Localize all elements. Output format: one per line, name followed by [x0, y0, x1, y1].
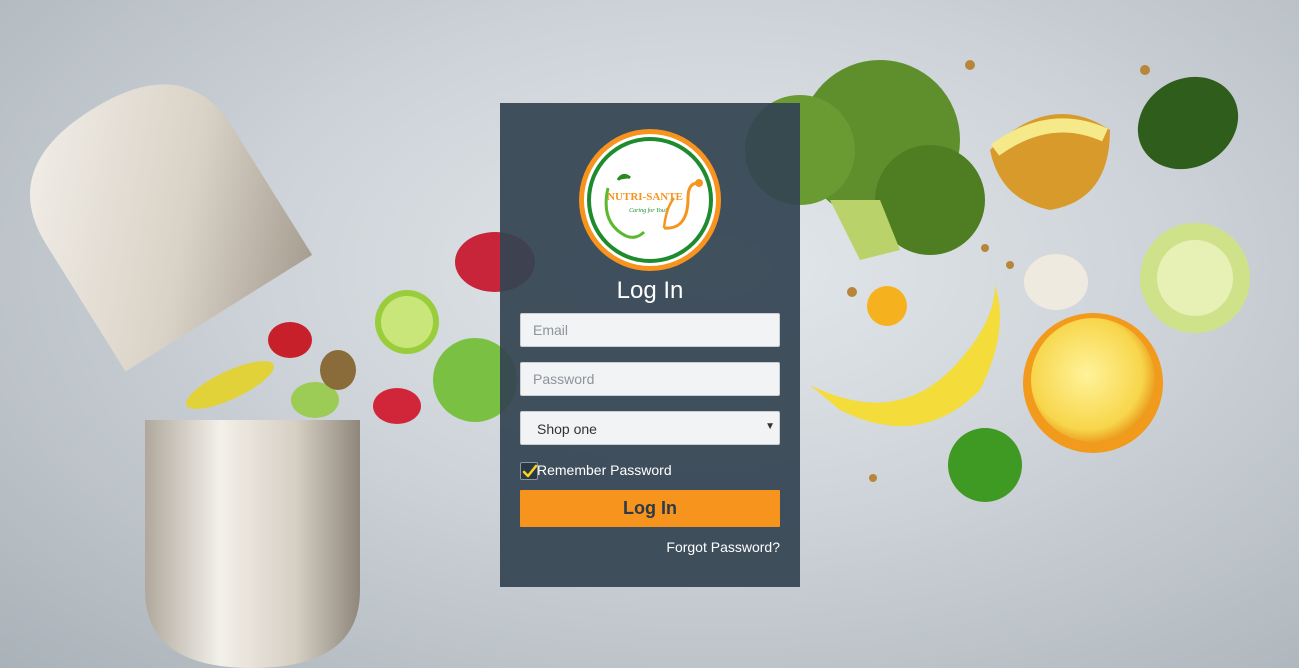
remember-password-checkbox[interactable]	[520, 462, 538, 480]
shop-select[interactable]: Shop one ▼	[520, 411, 780, 445]
login-button[interactable]: Log In	[520, 490, 780, 527]
nutri-sante-logo-icon: NUTRI-SANTE Caring for You!	[579, 129, 721, 271]
logo-tagline: Caring for You!	[629, 207, 667, 214]
remember-password-label[interactable]: Remember Password	[537, 462, 672, 478]
dropdown-arrow-icon: ▼	[765, 421, 775, 432]
brand-logo: NUTRI-SANTE Caring for You!	[578, 128, 722, 272]
email-field[interactable]	[520, 313, 780, 347]
login-panel: NUTRI-SANTE Caring for You! Log In Shop …	[500, 103, 800, 587]
logo-name: NUTRI-SANTE	[607, 191, 683, 203]
page-title: Log In	[616, 277, 684, 304]
password-field[interactable]	[520, 362, 780, 396]
forgot-password-link[interactable]: Forgot Password?	[666, 539, 780, 555]
capsule-bottom	[145, 420, 360, 668]
capsule-top	[29, 84, 313, 372]
shop-select-value: Shop one	[537, 421, 597, 437]
